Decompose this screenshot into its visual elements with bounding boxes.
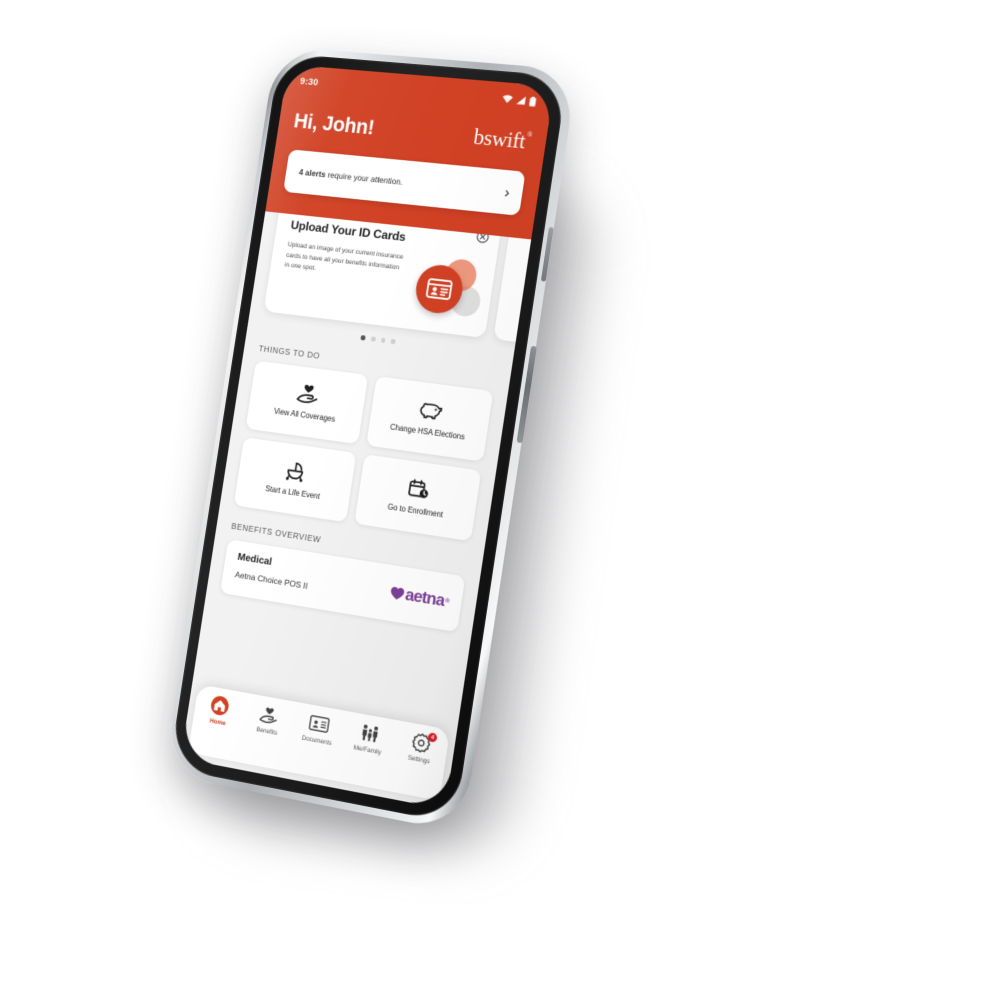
tab-documents[interactable]: Documents bbox=[292, 710, 345, 749]
battery-icon bbox=[529, 96, 537, 107]
wifi-icon bbox=[501, 94, 514, 104]
scene: 9:30 Hi, John! bswift ® 4 alerts require… bbox=[0, 0, 988, 983]
calendar-clock-icon bbox=[405, 477, 432, 501]
tab-settings[interactable]: 4 Settings bbox=[393, 729, 448, 769]
carousel-dot-1[interactable] bbox=[360, 335, 366, 341]
tab-label: Benefits bbox=[255, 726, 278, 737]
heart-icon bbox=[389, 586, 405, 601]
tile-go-to-enrollment[interactable]: Go to Enrollment bbox=[354, 453, 482, 541]
stroller-icon bbox=[283, 459, 309, 483]
id-card-icon bbox=[308, 713, 331, 736]
decorative-circle-light-orange bbox=[443, 257, 479, 294]
tile-label: Start a Life Event bbox=[264, 484, 321, 502]
tab-label: Me/Family bbox=[353, 744, 382, 757]
carousel-dot-2[interactable] bbox=[370, 336, 376, 342]
promo-card-upload-id-cards[interactable]: Upload Your ID Cards Upload an image of … bbox=[263, 211, 503, 339]
id-card-icon-badge bbox=[412, 262, 466, 316]
tab-benefits[interactable]: Benefits bbox=[242, 701, 294, 739]
close-circle-icon[interactable] bbox=[475, 230, 489, 244]
settings-notification-badge: 4 bbox=[427, 732, 438, 743]
tile-start-a-life-event[interactable]: Start a Life Event bbox=[233, 436, 357, 522]
tab-me-family[interactable]: Me/Family bbox=[342, 719, 396, 758]
tile-label: View All Coverages bbox=[273, 406, 336, 424]
family-icon bbox=[359, 722, 382, 745]
status-bar-icons bbox=[501, 94, 537, 107]
gear-icon: 4 bbox=[410, 731, 438, 754]
promo-card-body: Upload an image of your current insuranc… bbox=[284, 241, 404, 273]
brand-row: Hi, John! bswift ® bbox=[292, 109, 533, 154]
aetna-logo: aetna ® bbox=[389, 582, 451, 612]
bswift-logo: bswift ® bbox=[472, 123, 533, 154]
alerts-message: require your attention. bbox=[324, 169, 404, 187]
tab-label: Documents bbox=[301, 734, 333, 748]
bswift-logo-text: bswift bbox=[472, 123, 528, 154]
promo-card-next-peek[interactable] bbox=[493, 223, 532, 344]
tab-label: Home bbox=[209, 717, 227, 728]
heart-in-hand-icon bbox=[295, 382, 321, 406]
piggy-bank-icon bbox=[417, 398, 444, 422]
tile-view-all-coverages[interactable]: View All Coverages bbox=[245, 360, 369, 444]
benefits-card-medical[interactable]: Medical Aetna Choice POS II aetna ® bbox=[220, 538, 466, 632]
cellular-signal-icon bbox=[516, 95, 526, 105]
things-to-do-grid: View All Coverages Change HSA Elections bbox=[220, 358, 508, 543]
app-header: 9:30 Hi, John! bswift ® 4 alerts require… bbox=[265, 64, 555, 240]
aetna-trademark: ® bbox=[444, 597, 450, 605]
tile-label: Go to Enrollment bbox=[387, 502, 444, 520]
status-bar: 9:30 bbox=[299, 74, 537, 109]
status-bar-clock: 9:30 bbox=[299, 76, 319, 89]
tab-label: Settings bbox=[407, 754, 431, 766]
promo-carousel[interactable]: Upload Your ID Cards Upload an image of … bbox=[250, 211, 532, 344]
page-title: Hi, John! bbox=[292, 109, 376, 140]
home-icon bbox=[209, 694, 231, 717]
decorative-circle-grey bbox=[448, 284, 483, 318]
carousel-dot-4[interactable] bbox=[390, 338, 396, 344]
tile-label: Change HSA Elections bbox=[389, 422, 466, 442]
benefits-card-text: Medical Aetna Choice POS II bbox=[234, 551, 311, 590]
id-card-icon bbox=[425, 278, 453, 301]
bswift-logo-trademark: ® bbox=[526, 130, 533, 139]
alerts-banner-text: 4 alerts require your attention. bbox=[298, 167, 403, 186]
tile-change-hsa-elections[interactable]: Change HSA Elections bbox=[366, 375, 494, 462]
carousel-dot-3[interactable] bbox=[380, 337, 386, 343]
alerts-banner[interactable]: 4 alerts require your attention. › bbox=[283, 149, 526, 216]
heart-in-hand-icon bbox=[258, 704, 280, 726]
alerts-count: 4 alerts bbox=[298, 167, 327, 179]
tab-home[interactable]: Home bbox=[194, 692, 246, 730]
benefit-plan-name: Aetna Choice POS II bbox=[234, 568, 309, 591]
promo-card-artwork bbox=[408, 254, 488, 324]
